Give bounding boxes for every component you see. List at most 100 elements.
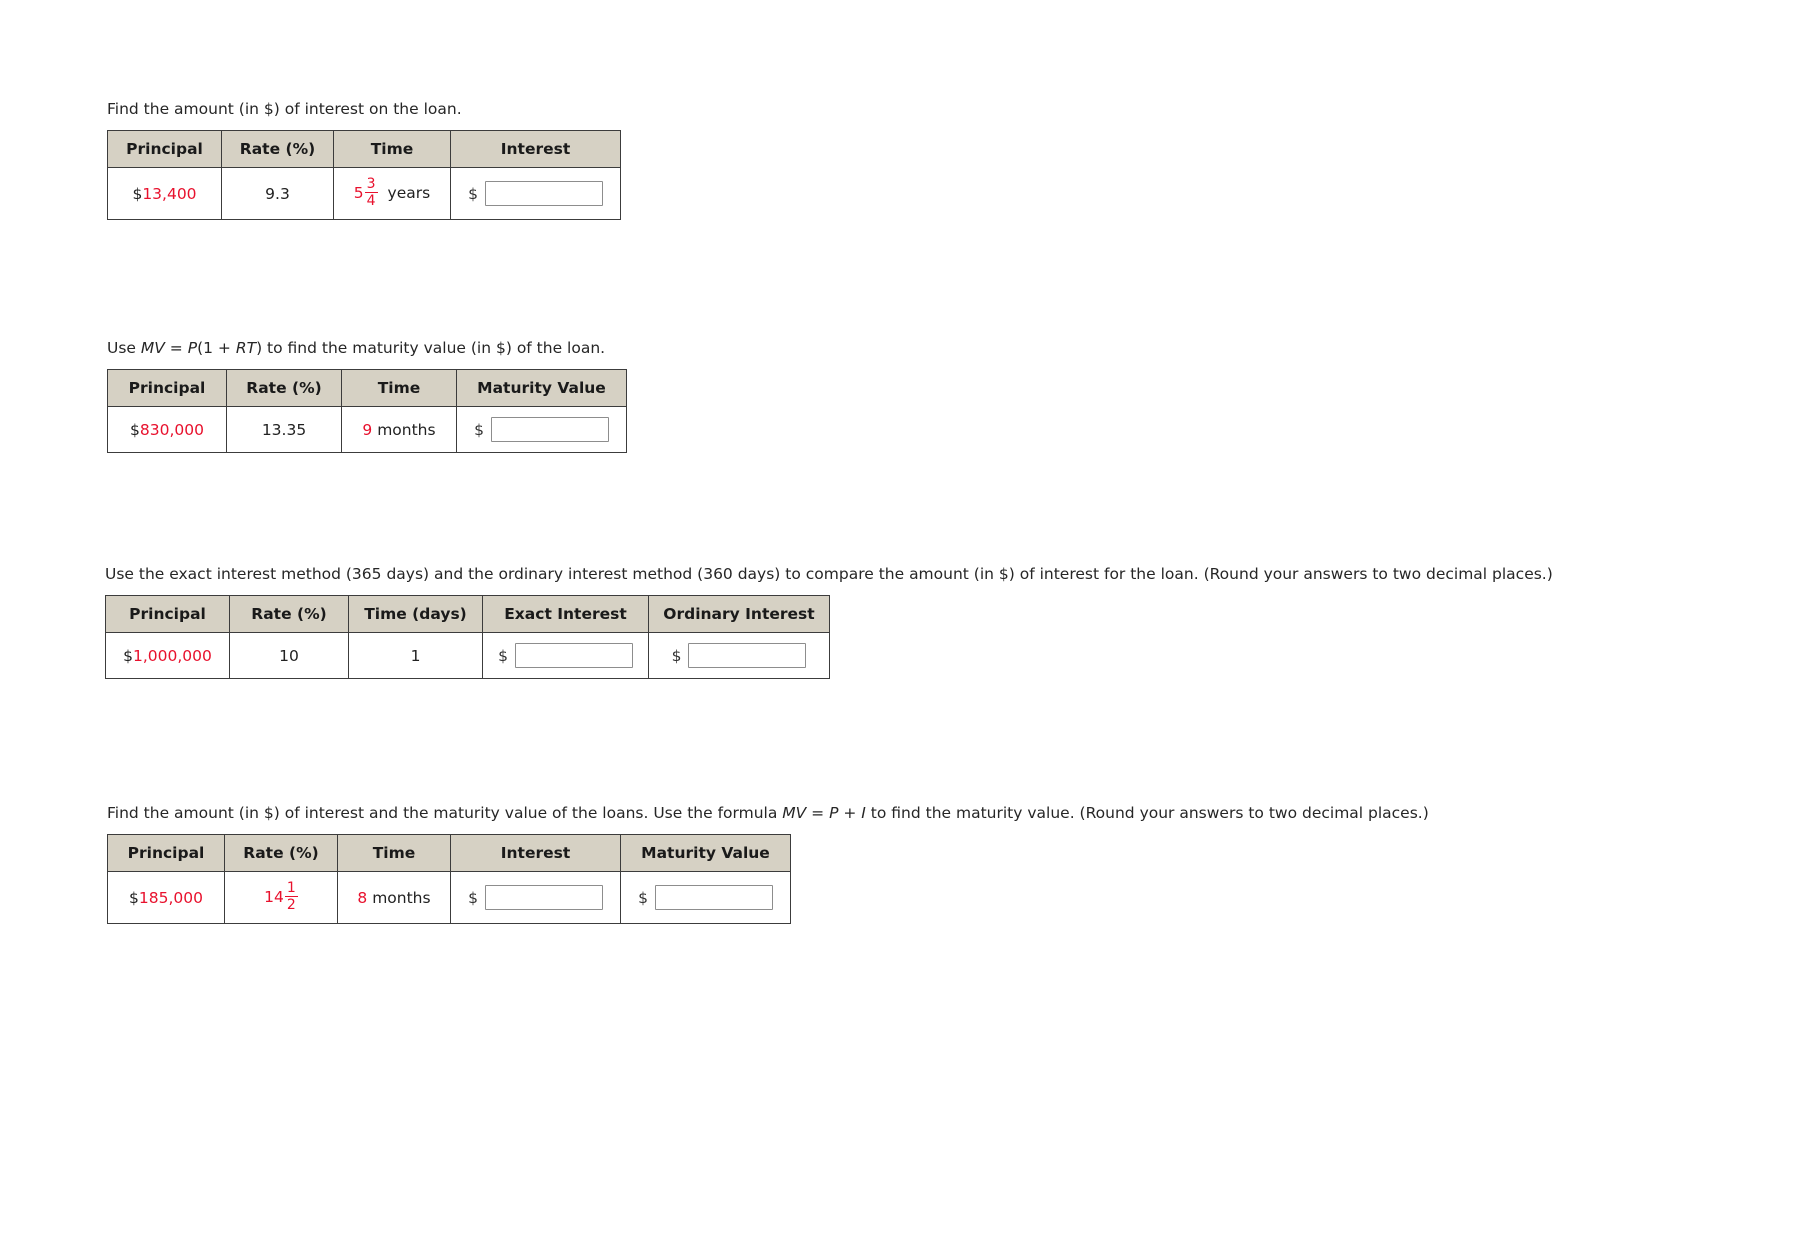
cell-principal: $13,400 (107, 167, 222, 221)
principal-value: 1,000,000 (132, 646, 212, 665)
cell-interest-answer: $ (450, 167, 621, 221)
col-header-interest: Interest (450, 130, 621, 169)
table-row: $1,000,000 10 1 $ $ (105, 632, 830, 680)
answer-group: $ (498, 643, 633, 669)
currency-symbol: $ (123, 646, 133, 665)
answer-group: $ (468, 885, 603, 911)
col-header-rate: Rate (%) (229, 595, 349, 634)
problem-1-prompt: Find the amount (in $) of interest on th… (107, 99, 621, 119)
table-row: $830,000 13.35 9 months $ (107, 406, 627, 454)
currency-symbol: $ (129, 888, 139, 907)
prompt-text-part-2: = (806, 804, 830, 822)
cell-rate: 13.35 (226, 406, 342, 454)
cell-rate: 14 1 2 (224, 871, 338, 925)
table-header-row: Principal Rate (%) Time Interest (107, 130, 621, 169)
cell-interest-answer: $ (450, 871, 621, 925)
answer-group: $ (638, 885, 773, 911)
problem-2-table: Principal Rate (%) Time Maturity Value $… (107, 369, 627, 454)
prompt-text-part-0: Use (107, 339, 141, 357)
dollar-sign: $ (638, 888, 648, 907)
ordinary-interest-input[interactable] (688, 643, 807, 669)
cell-time: 1 (348, 632, 483, 680)
fraction-numerator: 3 (366, 176, 376, 193)
cell-time: 8 months (337, 871, 451, 925)
col-header-maturity-value: Maturity Value (456, 369, 627, 408)
table-header-row: Principal Rate (%) Time (days) Exact Int… (105, 595, 830, 634)
fraction-denominator: 2 (284, 896, 298, 914)
cell-time: 5 3 4 years (333, 167, 451, 221)
problem-1-table: Principal Rate (%) Time Interest $13,400… (107, 130, 621, 221)
maturity-value-input[interactable] (654, 885, 773, 911)
col-header-principal: Principal (107, 834, 225, 873)
cell-principal: $1,000,000 (105, 632, 230, 680)
cell-exact-interest-answer: $ (482, 632, 649, 680)
mixed-whole: 5 (353, 183, 364, 202)
col-header-maturity-value: Maturity Value (620, 834, 791, 873)
fraction-numerator: 1 (286, 880, 296, 897)
interest-input[interactable] (484, 181, 603, 207)
time-unit: years (387, 184, 431, 203)
answer-group: $ (474, 417, 609, 443)
mixed-whole: 14 (264, 887, 284, 906)
answer-group: $ (468, 181, 603, 207)
prompt-text-part-4: (1 + (197, 339, 236, 357)
time-unit: months (372, 888, 431, 907)
prompt-var-mv: MV (140, 339, 165, 357)
fraction: 1 2 (284, 880, 298, 914)
answer-group: $ (672, 643, 807, 669)
cell-rate: 9.3 (221, 167, 334, 221)
mixed-number: 14 1 2 (264, 880, 298, 914)
principal-value: 830,000 (139, 420, 204, 439)
prompt-text-part-2: = (164, 339, 188, 357)
col-header-principal: Principal (107, 130, 222, 169)
time-number: 8 (357, 888, 368, 907)
prompt-text: Use the exact interest method (365 days)… (105, 565, 1553, 583)
col-header-principal: Principal (107, 369, 227, 408)
col-header-time: Time (333, 130, 451, 169)
problem-exact-vs-ordinary-interest: Use the exact interest method (365 days)… (105, 564, 1553, 680)
prompt-var-mv: MV (782, 804, 807, 822)
fraction: 3 4 (364, 176, 378, 210)
col-header-rate: Rate (%) (226, 369, 342, 408)
time-number: 9 (362, 420, 373, 439)
problem-maturity-value: Use MV = P(1 + RT) to find the maturity … (107, 338, 627, 454)
prompt-var-rt: RT (235, 339, 257, 357)
table-header-row: Principal Rate (%) Time Maturity Value (107, 369, 627, 408)
problem-4-prompt: Find the amount (in $) of interest and t… (107, 803, 1429, 823)
dollar-sign: $ (468, 888, 478, 907)
cell-principal: $830,000 (107, 406, 227, 454)
col-header-time: Time (341, 369, 457, 408)
cell-rate: 10 (229, 632, 349, 680)
dollar-sign: $ (468, 184, 478, 203)
exact-interest-input[interactable] (514, 643, 633, 669)
mixed-number: 5 3 4 (353, 176, 378, 210)
prompt-text-part-6: ) to find the maturity value (in $) of t… (256, 339, 606, 357)
maturity-value-input[interactable] (490, 417, 609, 443)
principal-value: 185,000 (138, 888, 203, 907)
dollar-sign: $ (474, 420, 484, 439)
problem-interest-and-maturity-value: Find the amount (in $) of interest and t… (107, 803, 1429, 925)
cell-time: 9 months (341, 406, 457, 454)
cell-maturity-value-answer: $ (620, 871, 791, 925)
fraction-denominator: 4 (364, 192, 378, 210)
col-header-time-days: Time (days) (348, 595, 483, 634)
interest-input[interactable] (484, 885, 603, 911)
table-row: $185,000 14 1 2 8 months $ $ (107, 871, 791, 925)
col-header-exact-interest: Exact Interest (482, 595, 649, 634)
currency-symbol: $ (132, 184, 143, 203)
dollar-sign: $ (498, 646, 508, 665)
problem-2-prompt: Use MV = P(1 + RT) to find the maturity … (107, 338, 627, 358)
cell-ordinary-interest-answer: $ (648, 632, 830, 680)
col-header-rate: Rate (%) (221, 130, 334, 169)
currency-symbol: $ (130, 420, 140, 439)
worksheet-page: Find the amount (in $) of interest on th… (0, 0, 1809, 1244)
prompt-var-p: P (187, 339, 198, 357)
prompt-text-part-0: Find the amount (in $) of interest and t… (107, 804, 783, 822)
col-header-time: Time (337, 834, 451, 873)
problem-4-table: Principal Rate (%) Time Interest Maturit… (107, 834, 791, 925)
table-row: $13,400 9.3 5 3 4 years $ (107, 167, 621, 221)
col-header-principal: Principal (105, 595, 230, 634)
prompt-text-part-4: + (838, 804, 862, 822)
prompt-text: Find the amount (in $) of interest on th… (107, 100, 462, 118)
cell-maturity-value-answer: $ (456, 406, 627, 454)
